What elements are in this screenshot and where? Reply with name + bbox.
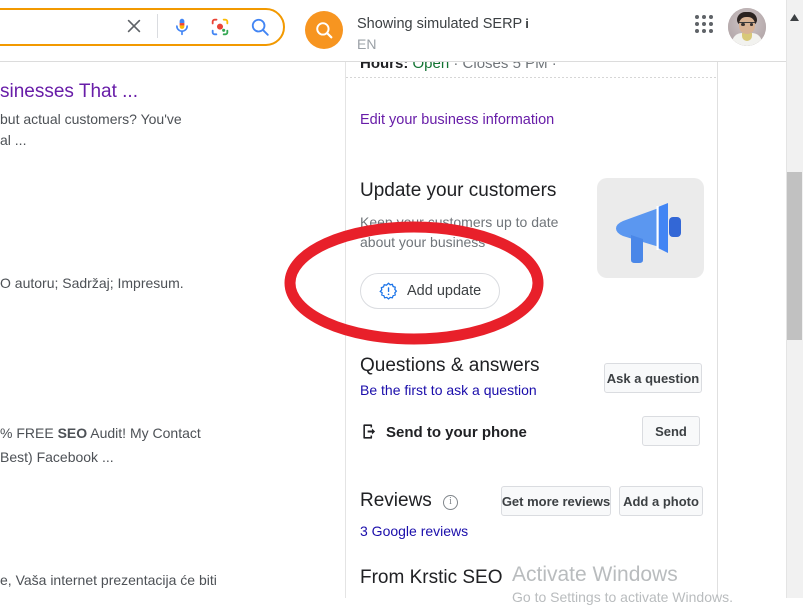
result-title-link[interactable]: sinesses That ... bbox=[0, 80, 138, 104]
vertical-scroll-thumb[interactable] bbox=[787, 172, 802, 340]
megaphone-icon bbox=[611, 191, 689, 270]
send-to-device-icon bbox=[361, 422, 380, 446]
result-snippet-line: Best) Facebook ... bbox=[0, 449, 114, 465]
info-circle-icon[interactable]: i bbox=[443, 495, 458, 510]
business-hours-row: Hours: Open · Closes 5 PM · bbox=[346, 62, 717, 77]
add-update-button[interactable]: Add update bbox=[360, 273, 501, 309]
serp-info-icon[interactable]: i bbox=[525, 16, 529, 31]
snippet-keyword: SEO bbox=[57, 425, 88, 441]
megaphone-tile bbox=[597, 178, 704, 278]
header-divider bbox=[157, 14, 158, 38]
update-customers-description: Keep your customers up to date about you… bbox=[360, 214, 559, 250]
from-business-heading: From Krstic SEO bbox=[360, 567, 503, 588]
reviews-heading: Reviews bbox=[360, 490, 432, 511]
ask-first-question-link[interactable]: Be the first to ask a question bbox=[360, 382, 537, 398]
scroll-up-arrow-icon[interactable] bbox=[786, 0, 803, 36]
header-separator bbox=[0, 61, 786, 62]
serp-status: Showing simulated SERP i EN bbox=[357, 15, 657, 53]
page-header: Showing simulated SERP i EN bbox=[0, 0, 786, 62]
add-update-label: Add update bbox=[407, 283, 482, 299]
user-avatar[interactable] bbox=[728, 8, 766, 46]
add-a-photo-button[interactable]: Add a photo bbox=[619, 486, 703, 516]
questions-answers-heading: Questions & answers bbox=[360, 355, 540, 376]
google-lens-icon[interactable] bbox=[209, 16, 231, 38]
knowledge-panel: Hours: Open · Closes 5 PM · Edit your bu… bbox=[346, 62, 717, 598]
hours-status: Open bbox=[412, 62, 450, 72]
edit-business-information-link[interactable]: Edit your business information bbox=[360, 112, 554, 128]
google-reviews-count-link[interactable]: 3 Google reviews bbox=[360, 523, 468, 539]
update-customers-heading: Update your customers bbox=[360, 180, 557, 201]
result-snippet-line: but actual customers? You've bbox=[0, 111, 182, 127]
search-badge-icon[interactable] bbox=[305, 11, 343, 49]
result-snippet-line: O autoru; Sadržaj; Impresum. bbox=[0, 275, 184, 291]
knowledge-panel-right-border bbox=[717, 62, 718, 598]
close-x-icon[interactable] bbox=[124, 16, 144, 36]
snippet-after: Audit! My Contact bbox=[87, 425, 201, 441]
knowledge-panel-top-divider bbox=[346, 77, 717, 78]
result-snippet-line: al ... bbox=[0, 132, 27, 148]
snippet-before: FREE bbox=[16, 425, 58, 441]
serp-status-title: Showing simulated SERP bbox=[357, 16, 523, 32]
microphone-icon[interactable] bbox=[171, 15, 193, 39]
blue-starburst-alert-icon bbox=[379, 281, 398, 301]
result-snippet-line: % FREE SEO Audit! My Contact bbox=[0, 423, 201, 444]
ask-a-question-button[interactable]: Ask a question bbox=[604, 363, 702, 393]
send-button[interactable]: Send bbox=[642, 416, 700, 446]
hours-detail: · Closes 5 PM · bbox=[453, 62, 557, 72]
result-snippet-line: e, Vaša internet prezentacija će biti bbox=[0, 572, 217, 588]
snippet-prefix: % bbox=[0, 425, 17, 441]
serp-language: EN bbox=[357, 36, 377, 52]
hours-label: Hours: bbox=[360, 62, 409, 72]
search-magnifier-icon[interactable] bbox=[249, 16, 271, 38]
get-more-reviews-button[interactable]: Get more reviews bbox=[501, 486, 611, 516]
search-results-column: sinesses That ... but actual customers? … bbox=[0, 62, 345, 598]
google-apps-grid-icon[interactable] bbox=[693, 13, 715, 35]
send-to-your-phone-label: Send to your phone bbox=[386, 424, 527, 441]
